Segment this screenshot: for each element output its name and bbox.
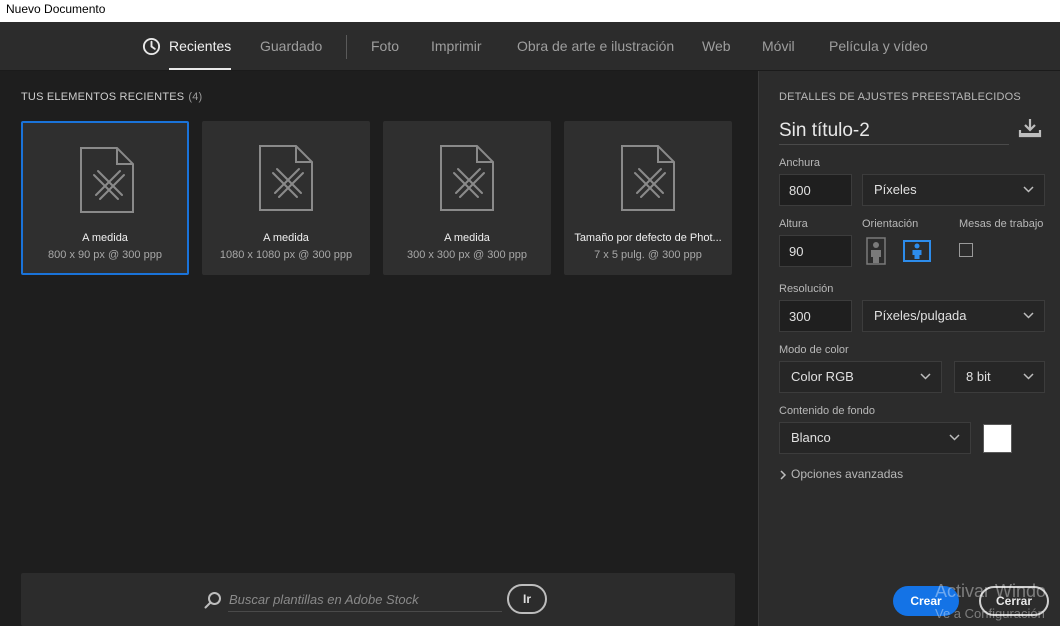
stock-search-bar: Ir	[21, 573, 735, 626]
search-icon	[204, 592, 221, 609]
document-preset-icon	[259, 145, 313, 211]
close-button[interactable]: Cerrar	[979, 586, 1049, 616]
bit-depth-value: 8 bit	[966, 369, 991, 384]
recent-item-card[interactable]: Tamaño por defecto de Phot... 7 x 5 pulg…	[564, 121, 732, 275]
width-label: Anchura	[779, 157, 820, 169]
recent-item-card[interactable]: A medida 300 x 300 px @ 300 ppp	[383, 121, 551, 275]
artboards-checkbox[interactable]	[959, 243, 973, 257]
resolution-unit-select[interactable]: Píxeles/pulgada	[862, 300, 1045, 332]
color-mode-value: Color RGB	[791, 369, 854, 384]
height-label: Altura	[779, 218, 808, 230]
tab-imprimir[interactable]: Imprimir	[431, 22, 482, 71]
clock-icon	[142, 37, 161, 56]
tab-pelicula-y-video[interactable]: Película y vídeo	[829, 22, 928, 71]
bit-depth-select[interactable]: 8 bit	[954, 361, 1045, 393]
chevron-down-icon	[1023, 186, 1034, 193]
details-title: DETALLES DE AJUSTES PREESTABLECIDOS	[779, 91, 1021, 103]
landscape-orientation-icon[interactable]	[903, 237, 931, 265]
tab-foto[interactable]: Foto	[371, 22, 399, 71]
tab-obra-de-arte[interactable]: Obra de arte e ilustración	[517, 22, 674, 71]
preset-details-panel: DETALLES DE AJUSTES PREESTABLECIDOS Anch…	[758, 71, 1060, 626]
search-go-button[interactable]: Ir	[507, 584, 547, 614]
document-preset-icon	[621, 145, 675, 211]
tab-movil[interactable]: Móvil	[762, 22, 795, 71]
recent-section-title: TUS ELEMENTOS RECIENTES (4)	[21, 91, 202, 103]
resolution-input[interactable]	[779, 300, 852, 332]
advanced-options-toggle[interactable]: Opciones avanzadas	[779, 467, 903, 481]
color-mode-select[interactable]: Color RGB	[779, 361, 942, 393]
width-unit-select[interactable]: Píxeles	[862, 174, 1045, 206]
recent-title-text: TUS ELEMENTOS RECIENTES	[21, 91, 185, 103]
stock-search-input[interactable]	[228, 588, 502, 612]
chevron-down-icon	[949, 434, 960, 441]
chevron-down-icon	[1023, 373, 1034, 380]
orientation-label: Orientación	[862, 218, 919, 230]
document-name-input[interactable]	[779, 118, 1009, 145]
resolution-label: Resolución	[779, 283, 834, 295]
recent-item-meta: 7 x 5 pulg. @ 300 ppp	[594, 249, 702, 261]
height-input[interactable]	[779, 235, 852, 267]
window-title: Nuevo Documento	[0, 0, 1060, 22]
recent-count: (4)	[188, 91, 203, 103]
advanced-options-label: Opciones avanzadas	[791, 467, 904, 481]
tab-recientes[interactable]: Recientes	[169, 22, 232, 71]
recent-item-meta: 300 x 300 px @ 300 ppp	[406, 249, 528, 261]
background-select[interactable]: Blanco	[779, 422, 971, 454]
chevron-down-icon	[920, 373, 931, 380]
recent-item-name: Tamaño por defecto de Phot...	[574, 232, 722, 244]
tab-divider	[346, 35, 347, 59]
recent-item-card[interactable]: A medida 800 x 90 px @ 300 ppp	[21, 121, 189, 275]
width-input[interactable]	[779, 174, 852, 206]
recent-item-name: A medida	[263, 232, 309, 244]
artboards-label: Mesas de trabajo	[959, 218, 1044, 230]
category-tabbar: Recientes Guardado Foto Imprimir Obra de…	[0, 22, 1060, 71]
recent-item-card[interactable]: A medida 1080 x 1080 px @ 300 ppp	[202, 121, 370, 275]
color-mode-label: Modo de color	[779, 344, 849, 356]
recent-item-meta: 1080 x 1080 px @ 300 ppp	[219, 249, 353, 261]
document-preset-icon	[440, 145, 494, 211]
background-color-swatch[interactable]	[983, 424, 1012, 453]
recent-item-name: A medida	[82, 232, 128, 244]
chevron-right-icon	[780, 470, 787, 480]
recent-panel: TUS ELEMENTOS RECIENTES (4) A medida 800 …	[0, 71, 758, 626]
width-unit-value: Píxeles	[874, 182, 917, 197]
resolution-unit-value: Píxeles/pulgada	[874, 308, 967, 323]
recent-item-name: A medida	[444, 232, 490, 244]
portrait-orientation-icon[interactable]	[862, 237, 890, 265]
background-label: Contenido de fondo	[779, 405, 876, 417]
tab-web[interactable]: Web	[702, 22, 731, 71]
active-tab-indicator	[169, 68, 232, 70]
create-button[interactable]: Crear	[893, 586, 959, 616]
document-preset-icon	[80, 147, 134, 213]
save-preset-icon[interactable]	[1018, 118, 1042, 138]
tab-label: Recientes	[169, 38, 232, 54]
chevron-down-icon	[1023, 312, 1034, 319]
background-value: Blanco	[791, 430, 831, 445]
recent-item-meta: 800 x 90 px @ 300 ppp	[48, 249, 162, 261]
tab-guardado[interactable]: Guardado	[260, 22, 322, 71]
